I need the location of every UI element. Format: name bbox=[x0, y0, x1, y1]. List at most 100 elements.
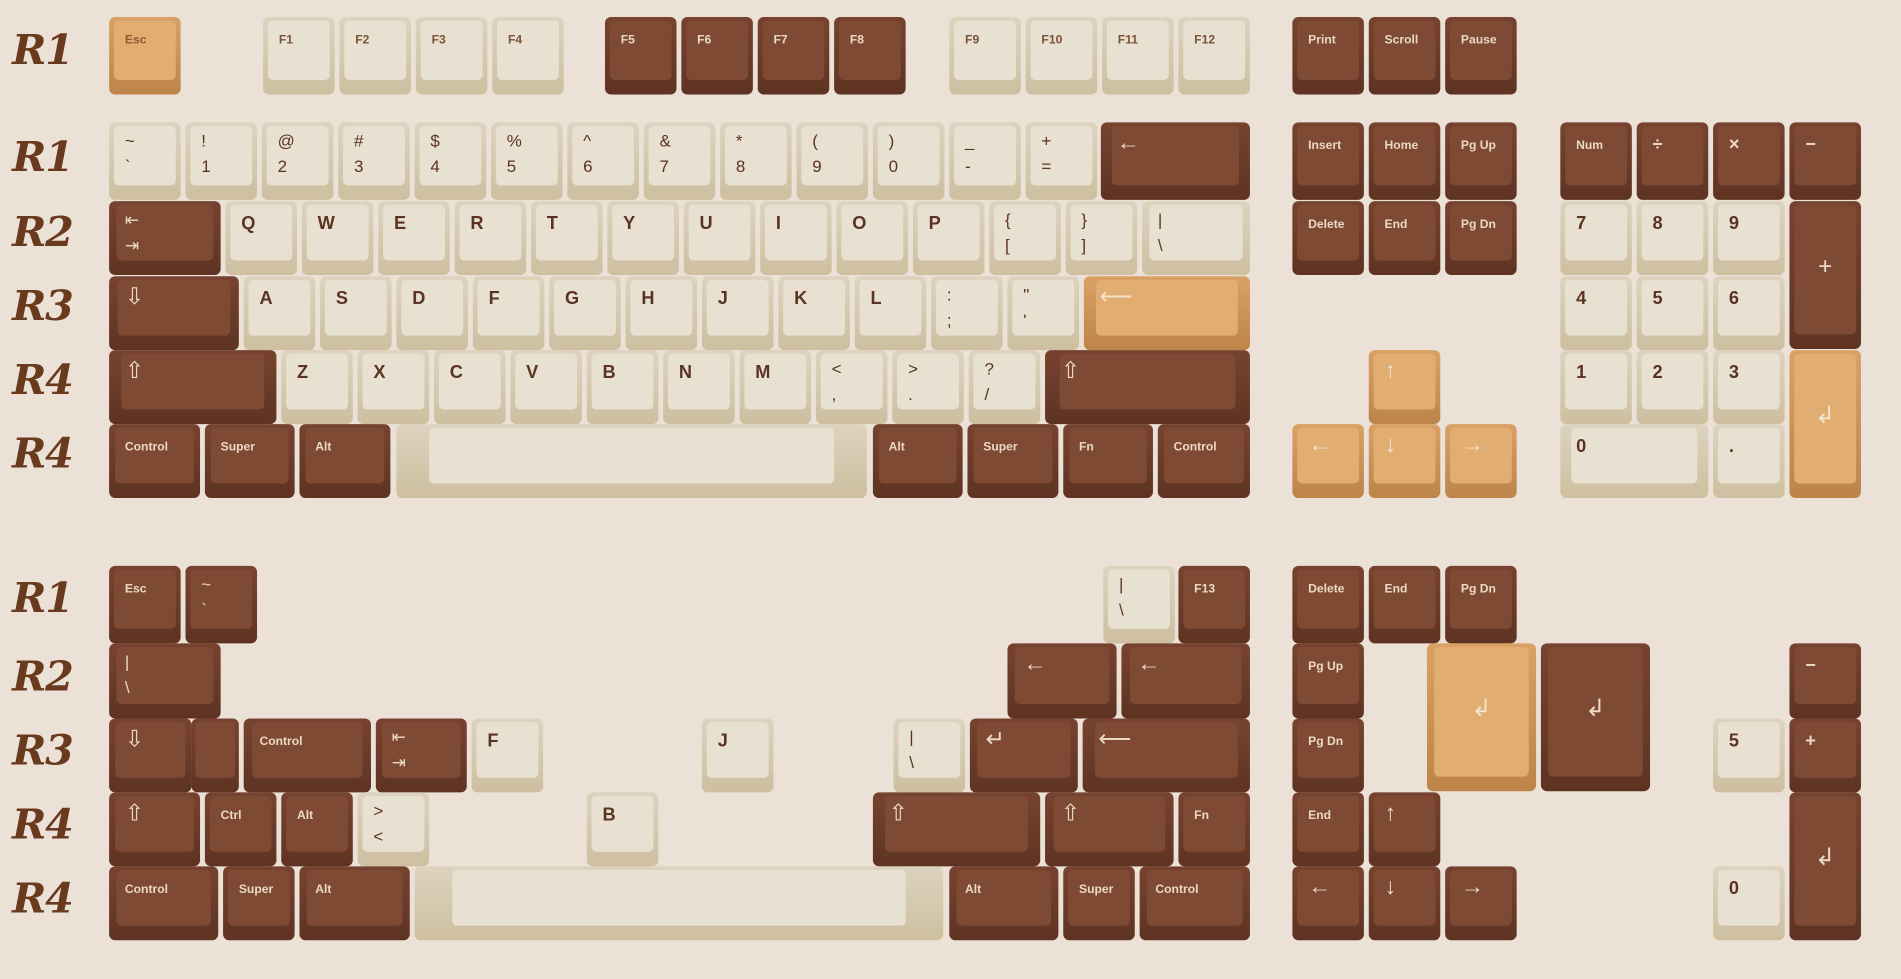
keycap-alt: Alt bbox=[949, 866, 1059, 941]
keycap-legend: Pg Dn bbox=[1460, 218, 1496, 232]
keycap-legend: − bbox=[1805, 134, 1816, 156]
keycap-legend: End bbox=[1308, 809, 1332, 823]
keycap-legend: ÷ bbox=[1652, 134, 1663, 156]
keycap-legend: + = bbox=[1041, 130, 1052, 176]
keycap-t: T bbox=[531, 201, 603, 276]
keycap-legend: 8 bbox=[1652, 213, 1663, 234]
keycap-y: Y bbox=[607, 201, 679, 276]
keycap-legend: _ - bbox=[965, 130, 975, 176]
keycap-alt: Alt bbox=[299, 866, 410, 941]
keycap-legend: End bbox=[1384, 218, 1408, 232]
keycap-n8: * 8 bbox=[720, 122, 792, 200]
keycap-pgdn: Pg Dn bbox=[1445, 565, 1517, 644]
keycap-legend: Pause bbox=[1460, 33, 1497, 48]
keycap-legend: ⇤ ⇥ bbox=[391, 726, 406, 772]
keycap-backspace: ← bbox=[1007, 643, 1117, 719]
keycap-legend: Pg Dn bbox=[1460, 582, 1496, 597]
keycap-pgup: Pg Up bbox=[1292, 643, 1364, 719]
keycap-legend: < , bbox=[831, 358, 842, 404]
keycap-ctrl: Ctrl bbox=[204, 792, 277, 867]
keycap-legend: 5 bbox=[1728, 730, 1739, 752]
keycap-legend: ↑ bbox=[1384, 800, 1397, 827]
keycap-alt: Alt bbox=[872, 424, 963, 498]
keycap-h: H bbox=[625, 276, 698, 351]
keycap-legend: L bbox=[870, 288, 882, 309]
keycap-equal: + = bbox=[1025, 122, 1098, 200]
keycap-delete: Delete bbox=[1292, 201, 1364, 276]
keycap-num5: 5 bbox=[1713, 718, 1785, 793]
keycap-f2: F2 bbox=[339, 16, 411, 95]
keycap-legend: B bbox=[602, 362, 616, 383]
keycap-legend: Print bbox=[1308, 33, 1336, 48]
keycap-scroll: Scroll bbox=[1368, 16, 1441, 95]
keycap-legend: % 5 bbox=[506, 130, 522, 176]
keycap-home: Home bbox=[1368, 122, 1441, 200]
keycap-numminus: − bbox=[1789, 643, 1861, 719]
keycap-grave: ~ ` bbox=[109, 122, 181, 200]
keycap-num: Num bbox=[1560, 122, 1632, 200]
keycap-legend: W bbox=[317, 213, 335, 234]
keycap-legend: J bbox=[717, 730, 728, 752]
keycap-legend: F bbox=[487, 730, 499, 752]
keycap-shift: ⇧ bbox=[1045, 792, 1174, 867]
keycap-legend: { [ bbox=[1005, 209, 1011, 255]
keycap-legend: ← bbox=[1116, 130, 1140, 157]
keycap-legend: × bbox=[1728, 134, 1740, 156]
keycap-backslash: | \ bbox=[1103, 565, 1175, 644]
keycap-legend: C bbox=[449, 362, 463, 383]
keycap-backspace: ← bbox=[1100, 122, 1250, 200]
keycap-legend: ← bbox=[1308, 432, 1332, 458]
keycap-numplus: + bbox=[1789, 718, 1861, 793]
keycap-legend: ← bbox=[1137, 651, 1161, 678]
keycap-left: ← bbox=[1292, 866, 1364, 941]
keycap-num6: 6 bbox=[1713, 276, 1785, 351]
keycap-legend: F1 bbox=[278, 33, 293, 48]
keycap-f12: F12 bbox=[1178, 16, 1250, 95]
keycap-shift: ⇧ bbox=[1045, 350, 1250, 425]
keycap-legend: F5 bbox=[620, 33, 635, 48]
keycap-tab: ⇤ ⇥ bbox=[109, 201, 221, 276]
keycap-legend: ← bbox=[1023, 651, 1047, 678]
keycap-legend: ) 0 bbox=[888, 130, 899, 176]
keycap-esc: Esc bbox=[109, 565, 181, 644]
keycap-legend: Super bbox=[220, 441, 256, 455]
keycap-u: U bbox=[683, 201, 756, 276]
keycap-end: End bbox=[1368, 565, 1441, 644]
row-label-e5: R4 bbox=[12, 874, 74, 924]
keycap-legend: Alt bbox=[888, 441, 905, 455]
keycap-control: Control bbox=[243, 718, 371, 793]
keycap-space bbox=[396, 424, 867, 498]
keycap-pause: Pause bbox=[1445, 16, 1517, 95]
keycap-num7: 7 bbox=[1560, 201, 1632, 276]
keycap-legend: 5 bbox=[1652, 288, 1663, 309]
keycap-n4: $ 4 bbox=[414, 122, 487, 200]
keycap-legend: R bbox=[470, 213, 484, 234]
keycap-legend: Fn bbox=[1194, 809, 1209, 823]
keycap-legend: Num bbox=[1576, 139, 1604, 153]
keycap-legend: 4 bbox=[1576, 288, 1587, 309]
keycap-legend: 2 bbox=[1652, 362, 1663, 383]
keycap-enter: ⟵ bbox=[1083, 276, 1250, 351]
keycap-legend: ↲ bbox=[1585, 695, 1606, 723]
keycap-legend: ↵ bbox=[985, 726, 1005, 753]
keycap-shift: ⇧ bbox=[109, 350, 277, 425]
keycap-legend: ⇤ ⇥ bbox=[124, 209, 140, 255]
keycap-legend: | \ bbox=[909, 726, 914, 772]
keycap-comma: < , bbox=[815, 350, 888, 425]
keycap-legend: Pg Dn bbox=[1308, 735, 1344, 749]
keycap-enter-short: ↵ bbox=[969, 718, 1078, 793]
keycap-num4: 4 bbox=[1560, 276, 1632, 351]
keycap-legend: ~ ` bbox=[124, 130, 135, 176]
keycap-legend: Alt bbox=[297, 809, 314, 823]
keycap-legend: E bbox=[394, 213, 407, 234]
keycap-legend: J bbox=[717, 288, 728, 309]
keycap-control: Control bbox=[109, 866, 219, 941]
keycap-j: J bbox=[701, 276, 774, 351]
keycap-legend: 9 bbox=[1728, 213, 1739, 234]
keycap-f13: F13 bbox=[1178, 565, 1250, 644]
keycap-n3: # 3 bbox=[338, 122, 410, 200]
keycap-o: O bbox=[836, 201, 909, 276]
keycap-num0: 0 bbox=[1560, 424, 1709, 498]
keycap-legend: V bbox=[526, 362, 539, 383]
keycap-legend: ↑ bbox=[1384, 358, 1397, 385]
